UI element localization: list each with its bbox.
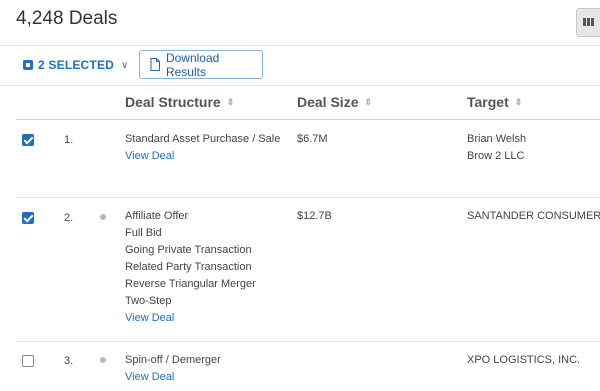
view-deal-link[interactable]: View Deal xyxy=(125,148,280,165)
target-cell: SANTANDER CONSUMER U xyxy=(467,208,600,225)
column-label: Target xyxy=(467,94,509,110)
deal-structure-cell: Standard Asset Purchase / Sale View Deal xyxy=(125,131,280,165)
deal-structure-item: Affiliate Offer xyxy=(125,210,189,222)
selected-label: 2 SELECTED xyxy=(38,58,115,72)
target-item: XPO LOGISTICS, INC. xyxy=(467,354,581,366)
sort-arrows-icon: ⇕ xyxy=(514,96,523,107)
document-icon xyxy=(150,58,160,71)
columns-icon xyxy=(583,18,594,26)
row-checkbox[interactable] xyxy=(22,355,34,367)
column-label: Deal Structure xyxy=(125,94,221,110)
row-checkbox[interactable] xyxy=(22,212,34,224)
row-number: 2. xyxy=(64,212,74,224)
row-checkbox[interactable] xyxy=(22,134,34,146)
chevron-down-icon: ∨ xyxy=(121,59,129,71)
header-divider xyxy=(0,45,600,46)
deal-structure-item: Spin-off / Demerger xyxy=(125,354,221,366)
target-item: Brian Welsh xyxy=(467,133,527,145)
deals-count-title: 4,248 Deals xyxy=(16,8,118,29)
row-divider xyxy=(16,197,600,198)
column-label: Deal Size xyxy=(297,94,359,110)
download-results-button[interactable]: Download Results xyxy=(139,50,263,79)
deal-structure-item: Reverse Triangular Merger xyxy=(125,278,256,290)
deal-structure-cell: Spin-off / Demerger View Deal xyxy=(125,352,221,386)
sort-arrows-icon: ⇕ xyxy=(364,96,373,107)
checkbox-square-icon xyxy=(23,60,33,70)
deal-size-cell: $6.7M xyxy=(297,133,328,145)
deal-structure-item: Full Bid xyxy=(125,227,162,239)
target-item: Brow 2 LLC xyxy=(467,150,525,162)
deal-structure-item: Standard Asset Purchase / Sale xyxy=(125,133,281,145)
column-header-deal-structure[interactable]: Deal Structure ⇕ xyxy=(125,94,234,110)
deal-structure-cell: Affiliate Offer Full Bid Going Private T… xyxy=(125,208,256,327)
deal-structure-item: Related Party Transaction xyxy=(125,261,252,273)
view-deal-link[interactable]: View Deal xyxy=(125,310,256,327)
download-label: Download Results xyxy=(165,50,220,79)
view-deal-link[interactable]: View Deal xyxy=(125,369,221,386)
columns-toggle-button[interactable] xyxy=(576,8,600,37)
toolbar-divider xyxy=(0,85,600,86)
row-number: 1. xyxy=(64,134,74,146)
deal-structure-item: Going Private Transaction xyxy=(125,244,252,256)
target-cell: Brian Welsh Brow 2 LLC xyxy=(467,131,526,165)
row-number: 3. xyxy=(64,355,74,367)
column-header-target[interactable]: Target ⇕ xyxy=(467,94,522,110)
status-dot-icon xyxy=(100,357,106,363)
status-dot-icon xyxy=(100,214,106,220)
target-cell: XPO LOGISTICS, INC. xyxy=(467,352,580,369)
selected-dropdown[interactable]: 2 SELECTED ∨ xyxy=(23,58,129,72)
deal-structure-item: Two-Step xyxy=(125,295,172,307)
deal-size-cell: $12.7B xyxy=(297,210,332,222)
row-divider xyxy=(16,341,600,342)
column-header-divider xyxy=(16,119,600,120)
column-header-deal-size[interactable]: Deal Size ⇕ xyxy=(297,94,372,110)
target-item: SANTANDER CONSUMER U xyxy=(467,210,600,222)
sort-arrows-icon: ⇕ xyxy=(226,96,235,107)
